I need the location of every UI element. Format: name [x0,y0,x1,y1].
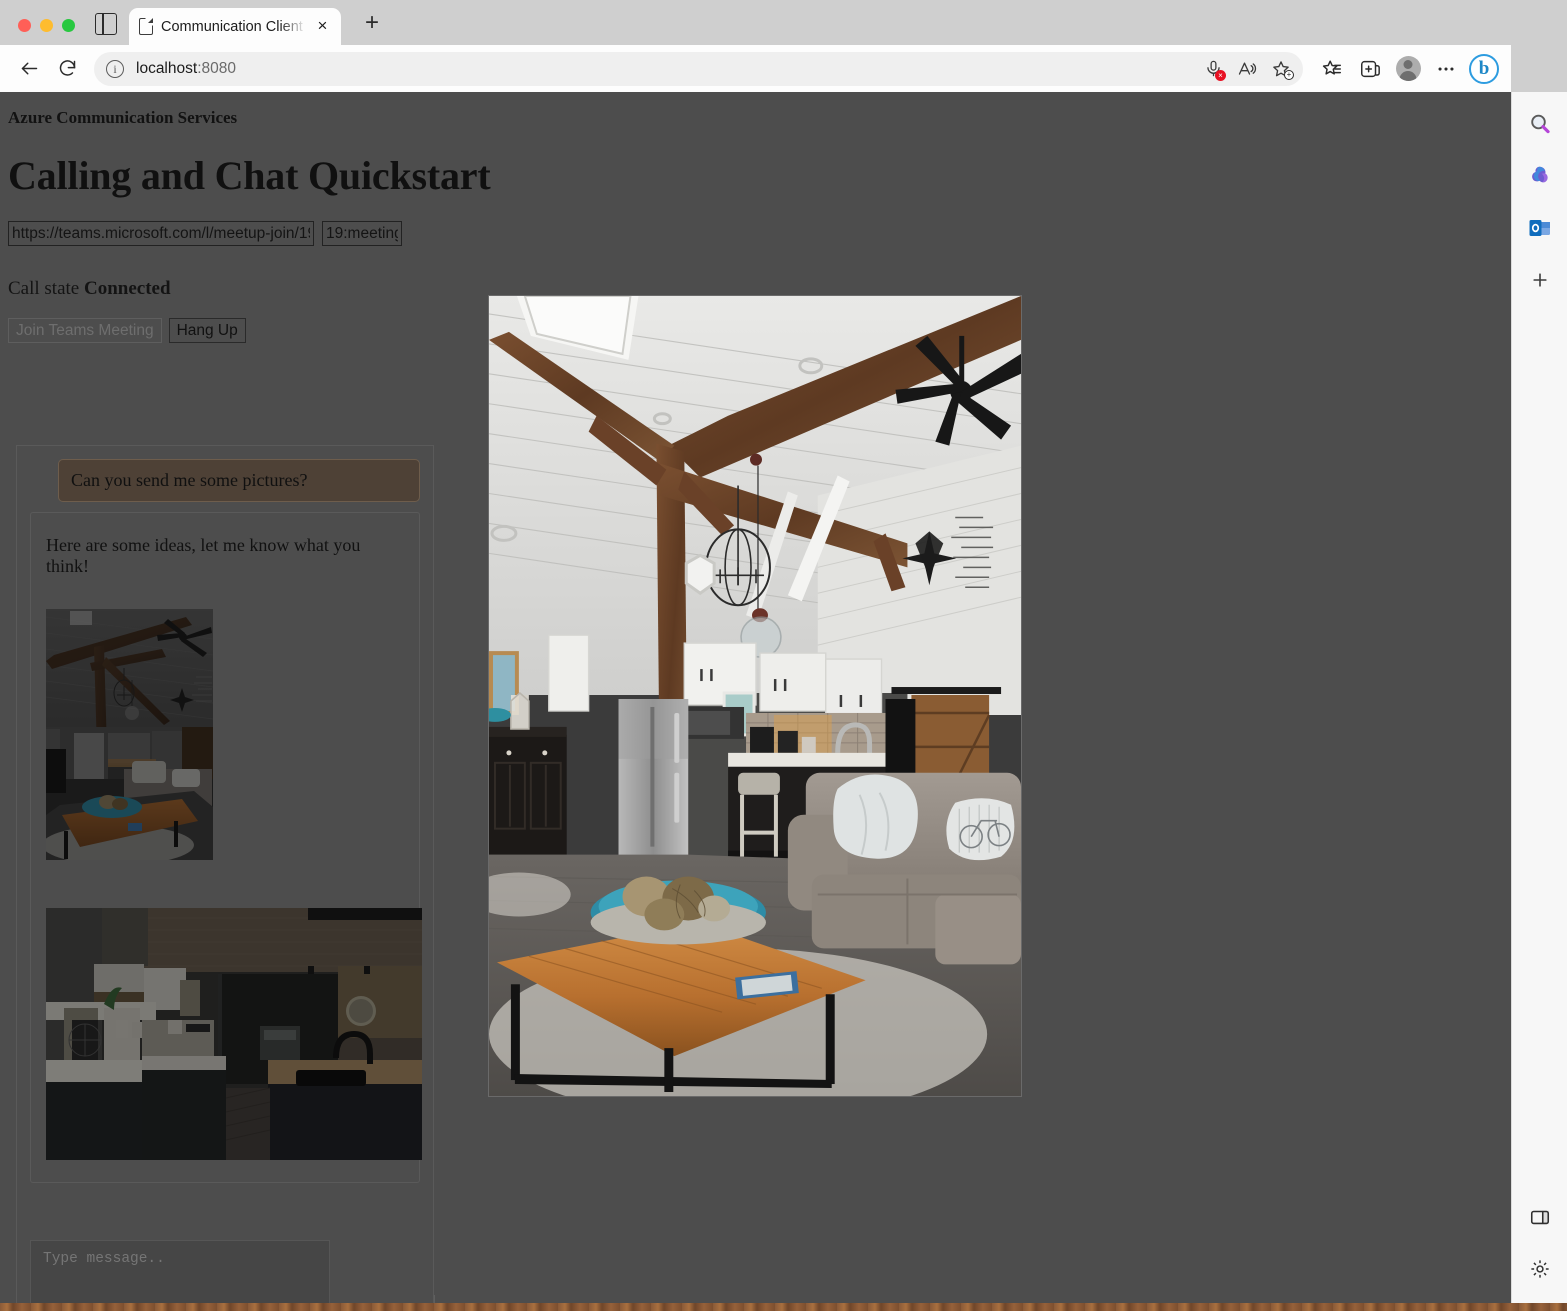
living-room-vaulted-ceiling-thumbnail[interactable] [46,609,213,860]
more-options-icon[interactable] [1429,52,1463,86]
brand-label: Azure Communication Services [8,108,238,127]
browser-window: Communication Client - Calling × + i loc… [0,0,1511,1303]
chat-composer: Send [17,1226,433,1303]
favorites-icon[interactable] [1315,52,1349,86]
living-room-vaulted-ceiling-large[interactable] [488,295,1022,1097]
meeting-inputs [8,221,1511,246]
url-host: localhost [136,59,198,77]
chat-message-list[interactable]: Can you send me some pictures? Here are … [17,446,433,1226]
address-bar-actions: × + [1197,52,1297,86]
page-title: Calling and Chat Quickstart [8,153,491,198]
hang-up-button[interactable]: Hang Up [168,318,246,343]
collections-icon[interactable] [1353,52,1387,86]
bing-chat-icon[interactable]: b [1467,52,1501,86]
microphone-blocked-badge: × [1215,69,1226,81]
tab-title: Communication Client - Calling [161,18,306,35]
chat-panel: Can you send me some pictures? Here are … [16,445,434,1303]
search-icon[interactable] [1520,104,1560,144]
reload-icon[interactable] [50,52,84,86]
add-favorite-badge: + [1284,69,1294,80]
edge-sidebar [1511,92,1567,1303]
tab-actions-icon[interactable] [95,13,117,35]
read-aloud-icon[interactable] [1231,53,1263,85]
copilot-icon[interactable] [1520,156,1560,196]
browser-tab[interactable]: Communication Client - Calling × [129,8,341,45]
close-window-button[interactable] [18,19,31,32]
layout-divider [434,1295,435,1303]
url-port: :8080 [197,59,236,77]
add-icon[interactable] [1520,260,1560,300]
window-controls [0,19,89,45]
sidebar-toggle-icon[interactable] [1520,1197,1560,1237]
meeting-link-input[interactable] [8,221,314,246]
thread-id-input[interactable] [322,221,402,246]
settings-gear-icon[interactable] [1520,1249,1560,1289]
url-text: localhost:8080 [136,60,236,78]
chat-message-outgoing: Can you send me some pictures? [58,459,420,502]
call-state-value: Connected [83,278,171,299]
site-info-icon[interactable]: i [106,59,124,78]
microphone-icon[interactable]: × [1197,53,1229,85]
chat-message-incoming: Here are some ideas, let me know what yo… [30,512,422,1183]
desktop-backdrop-right [1511,0,1567,92]
web-page: Azure Communication Services Calling and… [0,92,1511,1303]
new-tab-button[interactable]: + [355,7,389,41]
profile-avatar[interactable] [1391,52,1425,86]
tab-strip: Communication Client - Calling × + [0,0,1511,45]
call-state-label: Call state [8,278,80,299]
maximize-window-button[interactable] [62,19,75,32]
join-teams-meeting-button[interactable]: Join Teams Meeting [8,318,162,343]
desktop-wallpaper [0,1303,1567,1311]
chat-message-text: Here are some ideas, let me know what yo… [46,535,361,576]
document-icon [139,17,154,35]
address-bar[interactable]: i localhost:8080 × + [94,51,1303,86]
close-icon[interactable]: × [314,17,331,35]
message-input[interactable] [30,1240,330,1303]
outlook-icon[interactable] [1520,208,1560,248]
add-favorite-icon[interactable]: + [1265,53,1297,85]
modern-dark-kitchen-thumbnail[interactable] [46,908,422,1160]
minimize-window-button[interactable] [40,19,53,32]
bing-logo: b [1469,53,1499,84]
avatar [1395,56,1421,81]
browser-toolbar: i localhost:8080 × + b [0,45,1511,92]
back-icon[interactable] [12,52,46,86]
